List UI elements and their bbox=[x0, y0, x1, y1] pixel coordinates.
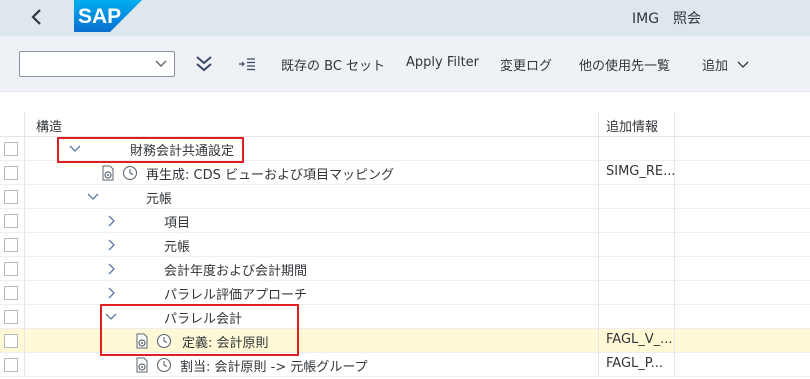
variant-select[interactable] bbox=[19, 51, 175, 77]
svg-text:SAP: SAP bbox=[78, 5, 121, 28]
row-select-checkbox[interactable] bbox=[4, 238, 18, 252]
clock-icon[interactable] bbox=[156, 357, 172, 373]
row-select-checkbox[interactable] bbox=[4, 190, 18, 204]
more-menu-button[interactable]: 追加 bbox=[702, 55, 750, 74]
change-log-button[interactable]: 変更ログ bbox=[500, 55, 552, 74]
chevron-down-icon[interactable] bbox=[86, 190, 100, 204]
row-select-checkbox[interactable] bbox=[4, 142, 18, 156]
more-menu-label: 追加 bbox=[702, 59, 729, 74]
column-header-structure[interactable]: 構造 bbox=[36, 116, 62, 135]
table-row[interactable]: 元帳 bbox=[0, 233, 810, 257]
chevron-down-icon bbox=[737, 61, 749, 68]
double-chevron-down-icon[interactable] bbox=[194, 54, 214, 74]
tree-node-label[interactable]: 定義: 会計原則 bbox=[182, 332, 269, 351]
table-row[interactable]: 定義: 会計原則 FAGL_V_... bbox=[0, 329, 810, 353]
row-select-checkbox[interactable] bbox=[4, 262, 18, 276]
tree-node-label[interactable]: パラレル会計 bbox=[164, 308, 242, 327]
tree-node-label[interactable]: 財務会計共通設定 bbox=[130, 140, 234, 159]
table-row[interactable]: 項目 bbox=[0, 209, 810, 233]
tree-node-label[interactable]: パラレル評価アプローチ bbox=[164, 284, 307, 303]
where-used-button[interactable]: 他の使用先一覧 bbox=[579, 55, 670, 74]
table-row[interactable]: 財務会計共通設定 bbox=[0, 137, 810, 161]
find-position-icon[interactable] bbox=[238, 57, 256, 71]
table-row[interactable]: 再生成: CDS ビューおよび項目マッピング SIMG_RE... bbox=[0, 161, 810, 185]
execute-activity-icon[interactable] bbox=[100, 165, 116, 181]
toolbar: 既存の BC セット Apply Filter 変更ログ 他の使用先一覧 追加 bbox=[0, 36, 810, 92]
app-title: IMG 照会 bbox=[632, 11, 702, 27]
table-body: 財務会計共通設定再生成: CDS ビューおよび項目マッピング SIMG_RE...… bbox=[0, 137, 810, 377]
row-select-checkbox[interactable] bbox=[4, 358, 18, 372]
clock-icon[interactable] bbox=[122, 165, 138, 181]
tree-node-label[interactable]: 項目 bbox=[164, 212, 190, 231]
row-select-checkbox[interactable] bbox=[4, 214, 18, 228]
execute-activity-icon[interactable] bbox=[134, 357, 150, 373]
clock-icon[interactable] bbox=[156, 333, 172, 349]
table-row[interactable]: 会計年度および会計期間 bbox=[0, 257, 810, 281]
additional-info-cell: FAGL_P... bbox=[606, 356, 663, 371]
chevron-left-icon bbox=[31, 9, 41, 25]
tree-node-label[interactable]: 元帳 bbox=[146, 188, 172, 207]
row-select-checkbox[interactable] bbox=[4, 286, 18, 300]
tree-node-label[interactable]: 元帳 bbox=[164, 236, 190, 255]
table-row[interactable]: パラレル評価アプローチ bbox=[0, 281, 810, 305]
column-header-additional-info[interactable]: 追加情報 bbox=[606, 116, 658, 135]
tree-node-label[interactable]: 再生成: CDS ビューおよび項目マッピング bbox=[146, 164, 394, 183]
chevron-right-icon[interactable] bbox=[104, 262, 118, 276]
chevron-down-icon bbox=[155, 60, 167, 67]
chevron-down-icon[interactable] bbox=[104, 310, 118, 324]
back-button[interactable] bbox=[24, 4, 52, 30]
chevron-right-icon[interactable] bbox=[104, 238, 118, 252]
row-select-checkbox[interactable] bbox=[4, 310, 18, 324]
tree-node-label[interactable]: 割当: 会計原則 -> 元帳グループ bbox=[180, 356, 368, 375]
table-row[interactable]: パラレル会計 bbox=[0, 305, 810, 329]
sap-logo: SAP bbox=[74, 0, 142, 32]
additional-info-cell: FAGL_V_... bbox=[606, 332, 673, 347]
table-row[interactable]: 元帳 bbox=[0, 185, 810, 209]
execute-activity-icon[interactable] bbox=[134, 333, 150, 349]
tree-node-label[interactable]: 会計年度および会計期間 bbox=[164, 260, 307, 279]
additional-info-cell: SIMG_RE... bbox=[606, 164, 676, 179]
existing-bc-sets-button[interactable]: 既存の BC セット bbox=[281, 55, 385, 74]
table-row[interactable]: 割当: 会計原則 -> 元帳グループ FAGL_P... bbox=[0, 353, 810, 377]
row-select-checkbox[interactable] bbox=[4, 334, 18, 348]
chevron-right-icon[interactable] bbox=[104, 214, 118, 228]
apply-filter-button[interactable]: Apply Filter bbox=[406, 55, 479, 70]
chevron-down-icon[interactable] bbox=[68, 142, 82, 156]
row-select-checkbox[interactable] bbox=[4, 166, 18, 180]
table-header: 構造 追加情報 bbox=[0, 112, 810, 137]
shell-bar: SAP IMG 照会 bbox=[0, 0, 810, 36]
chevron-right-icon[interactable] bbox=[104, 286, 118, 300]
structure-tree-table: 構造 追加情報 財務会計共通設定再生成: CDS ビューおよび項目マッピング SI… bbox=[0, 112, 810, 377]
